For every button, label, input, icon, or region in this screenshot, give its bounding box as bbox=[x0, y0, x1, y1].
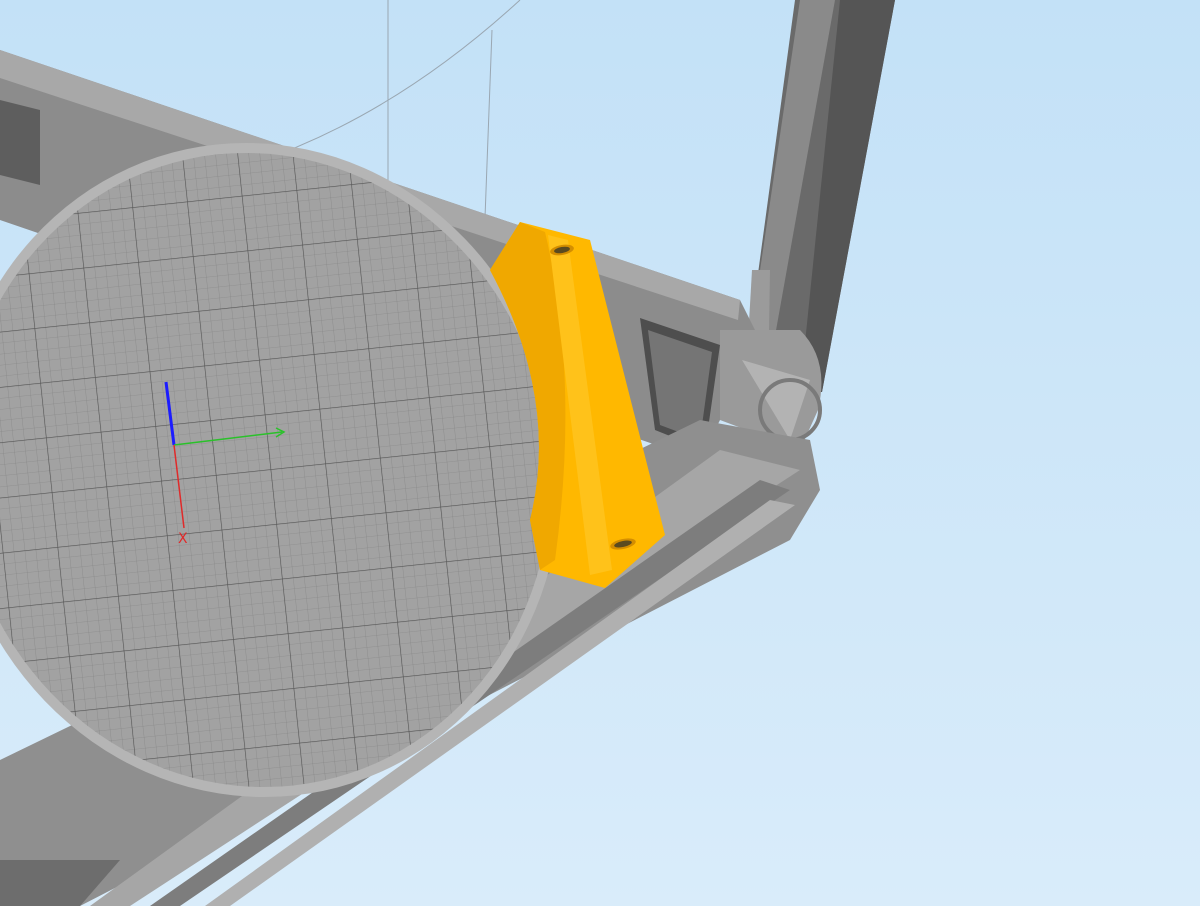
3d-viewport[interactable]: X bbox=[0, 0, 1200, 906]
x-axis-label: X bbox=[178, 531, 188, 547]
scene-canvas[interactable]: X bbox=[0, 0, 1200, 906]
